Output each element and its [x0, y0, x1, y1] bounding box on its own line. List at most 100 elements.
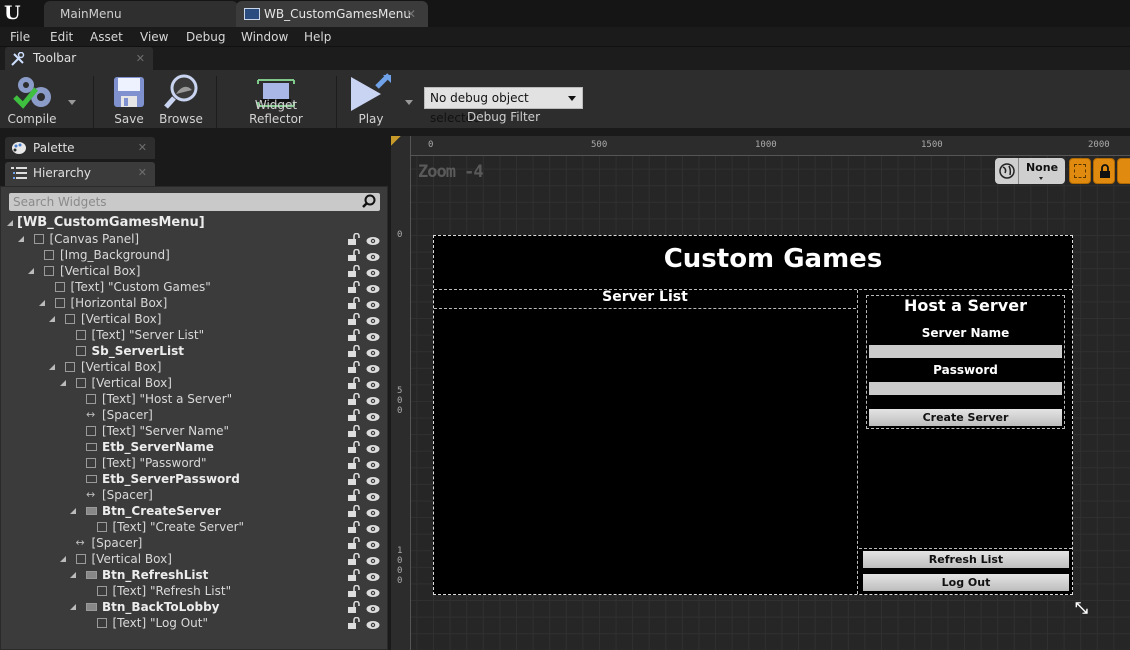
- unlock-icon[interactable]: [348, 424, 360, 437]
- visibility-eye-icon[interactable]: [366, 602, 380, 613]
- visibility-eye-icon[interactable]: [366, 266, 380, 277]
- lock-toggle[interactable]: [1093, 158, 1115, 184]
- create-server-button[interactable]: Create Server: [869, 409, 1062, 426]
- visibility-eye-icon[interactable]: [366, 618, 380, 629]
- dpi-preview-selector[interactable]: None: [995, 158, 1065, 184]
- close-icon[interactable]: ✕: [136, 47, 145, 70]
- visibility-eye-icon[interactable]: [366, 298, 380, 309]
- expand-triangle-icon[interactable]: [49, 316, 55, 322]
- hierarchy-row[interactable]: Btn_RefreshList: [0, 567, 388, 583]
- respect-locks-toggle[interactable]: [1117, 158, 1130, 184]
- hierarchy-row[interactable]: [Text] "Host a Server": [0, 391, 388, 407]
- hierarchy-row[interactable]: [Horizontal Box]: [0, 295, 388, 311]
- unlock-icon[interactable]: [348, 600, 360, 613]
- close-icon[interactable]: ✕: [138, 137, 147, 159]
- unlock-icon[interactable]: [348, 376, 360, 389]
- resize-handle-icon[interactable]: ⤡: [1075, 598, 1093, 617]
- visibility-eye-icon[interactable]: [366, 426, 380, 437]
- unlock-icon[interactable]: [348, 488, 360, 501]
- unlock-icon[interactable]: [348, 472, 360, 485]
- hierarchy-row[interactable]: Btn_BackToLobby: [0, 599, 388, 615]
- unlock-icon[interactable]: [348, 360, 360, 373]
- hierarchy-row[interactable]: [Text] "Server List": [0, 327, 388, 343]
- unlock-icon[interactable]: [348, 296, 360, 309]
- unlock-icon[interactable]: [348, 456, 360, 469]
- log-out-button[interactable]: Log Out: [863, 574, 1069, 591]
- hierarchy-row[interactable]: [Text] "Refresh List": [0, 583, 388, 599]
- unlock-icon[interactable]: [348, 520, 360, 533]
- globe-icon[interactable]: [995, 158, 1019, 184]
- unlock-icon[interactable]: [348, 248, 360, 261]
- visibility-eye-icon[interactable]: [366, 378, 380, 389]
- expand-triangle-icon[interactable]: [59, 380, 66, 386]
- server-list-scrollbox[interactable]: [434, 309, 855, 593]
- hierarchy-row[interactable]: [Text] "Custom Games": [0, 279, 388, 295]
- visibility-eye-icon[interactable]: [366, 234, 380, 245]
- menu-edit[interactable]: Edit: [50, 27, 73, 47]
- unreal-logo-icon[interactable]: U: [4, 2, 24, 24]
- visibility-eye-icon[interactable]: [366, 314, 380, 325]
- hierarchy-row[interactable]: [Canvas Panel]: [0, 231, 388, 247]
- hierarchy-row[interactable]: [Text] "Log Out": [0, 615, 388, 631]
- show-outlines-toggle[interactable]: [1069, 158, 1091, 184]
- visibility-eye-icon[interactable]: [366, 362, 380, 373]
- unlock-icon[interactable]: [348, 440, 360, 453]
- expand-triangle-icon[interactable]: [70, 604, 76, 610]
- menu-help[interactable]: Help: [304, 27, 331, 47]
- expand-triangle-icon[interactable]: [7, 220, 13, 226]
- menu-debug[interactable]: Debug: [186, 27, 225, 47]
- unlock-icon[interactable]: [348, 312, 360, 325]
- menu-file[interactable]: File: [10, 27, 30, 47]
- unlock-icon[interactable]: [348, 504, 360, 517]
- visibility-eye-icon[interactable]: [366, 506, 380, 517]
- play-options-dropdown[interactable]: [405, 100, 413, 105]
- save-button[interactable]: Save: [106, 70, 152, 130]
- unlock-icon[interactable]: [348, 344, 360, 357]
- visibility-eye-icon[interactable]: [366, 522, 380, 533]
- debug-object-select[interactable]: No debug object selected: [424, 87, 583, 125]
- unlock-icon[interactable]: [348, 408, 360, 421]
- refresh-list-button[interactable]: Refresh List: [863, 551, 1069, 568]
- hierarchy-row[interactable]: ↔ [Spacer]: [0, 535, 388, 551]
- expand-triangle-icon[interactable]: [70, 508, 76, 514]
- visibility-eye-icon[interactable]: [366, 410, 380, 421]
- visibility-eye-icon[interactable]: [366, 570, 380, 581]
- visibility-eye-icon[interactable]: [366, 554, 380, 565]
- menu-view[interactable]: View: [140, 27, 168, 47]
- tab-wb-custom-games-menu[interactable]: WB_CustomGamesMenu ✕: [236, 1, 428, 27]
- expand-triangle-icon[interactable]: [38, 300, 45, 306]
- tab-main-menu[interactable]: MainMenu: [44, 1, 238, 27]
- visibility-eye-icon[interactable]: [366, 538, 380, 549]
- unlock-icon[interactable]: [348, 392, 360, 405]
- menu-window[interactable]: Window: [241, 27, 288, 47]
- visibility-eye-icon[interactable]: [366, 458, 380, 469]
- visibility-eye-icon[interactable]: [366, 474, 380, 485]
- unlock-icon[interactable]: [348, 536, 360, 549]
- hierarchy-row[interactable]: ↔ [Spacer]: [0, 407, 388, 423]
- hierarchy-row[interactable]: [Vertical Box]: [0, 359, 388, 375]
- expand-triangle-icon[interactable]: [49, 364, 55, 370]
- palette-tab[interactable]: Palette ✕: [5, 137, 155, 159]
- hierarchy-row[interactable]: [Vertical Box]: [0, 551, 388, 567]
- close-icon[interactable]: ✕: [138, 162, 147, 184]
- hierarchy-row[interactable]: [Text] "Password": [0, 455, 388, 471]
- widget-reflector-button[interactable]: Widget Reflector: [228, 70, 324, 130]
- hierarchy-row[interactable]: [Vertical Box]: [0, 375, 388, 391]
- unlock-icon[interactable]: [348, 264, 360, 277]
- server-name-input[interactable]: [869, 345, 1062, 358]
- hierarchy-row[interactable]: [Vertical Box]: [0, 311, 388, 327]
- toolbar-panel-tab[interactable]: Toolbar ✕: [5, 47, 153, 70]
- hierarchy-row[interactable]: [Text] "Server Name": [0, 423, 388, 439]
- expand-triangle-icon[interactable]: [70, 572, 76, 578]
- hierarchy-row[interactable]: Etb_ServerPassword: [0, 471, 388, 487]
- close-tab-icon[interactable]: ✕: [406, 1, 416, 27]
- search-widgets-input[interactable]: Search Widgets: [9, 193, 380, 211]
- unlock-icon[interactable]: [348, 568, 360, 581]
- hierarchy-row[interactable]: Sb_ServerList: [0, 343, 388, 359]
- unlock-icon[interactable]: [348, 584, 360, 597]
- unlock-icon[interactable]: [348, 280, 360, 293]
- unlock-icon[interactable]: [348, 328, 360, 341]
- hierarchy-row[interactable]: [Text] "Create Server": [0, 519, 388, 535]
- hierarchy-tab[interactable]: Hierarchy ✕: [5, 162, 155, 186]
- browse-button[interactable]: Browse: [156, 70, 206, 130]
